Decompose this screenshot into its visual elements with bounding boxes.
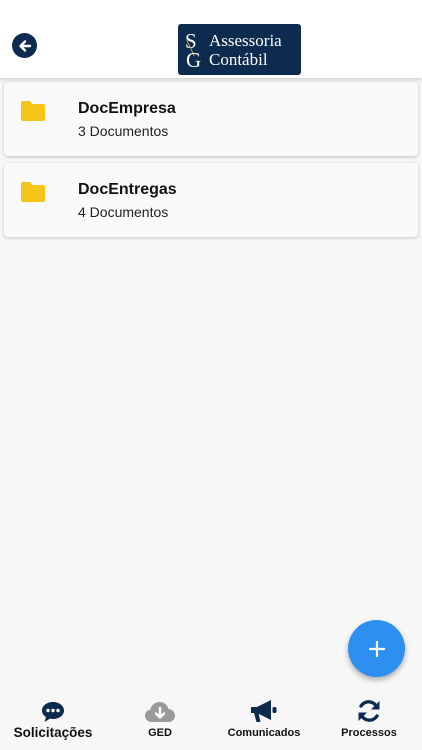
sync-icon <box>358 700 380 722</box>
folder-icon <box>21 182 45 202</box>
cloud-download-icon <box>145 702 175 722</box>
folder-doc-count: 4 Documentos <box>78 204 169 220</box>
logo-mark-g: G <box>186 47 202 72</box>
folder-icon <box>21 101 45 121</box>
folder-card-docentregas[interactable]: DocEntregas 4 Documentos <box>4 163 418 237</box>
chat-bubble-icon <box>42 702 64 722</box>
back-button[interactable] <box>12 33 37 58</box>
megaphone-icon <box>251 700 277 722</box>
folder-title: DocEntregas <box>78 181 177 198</box>
nav-item-solicitacoes[interactable]: Solicitações <box>8 690 98 750</box>
logo-line-1: Assessoria <box>209 30 282 50</box>
company-logo: S G Assessoria Contábil <box>178 24 301 75</box>
bottom-navigation: Solicitações GED Comunicados Processos <box>0 690 422 750</box>
add-button[interactable] <box>348 620 405 677</box>
logo-line-2: Contábil <box>209 49 268 69</box>
nav-item-processos[interactable]: Processos <box>334 690 404 750</box>
nav-item-comunicados[interactable]: Comunicados <box>220 690 308 750</box>
nav-label: GED <box>148 727 172 739</box>
logo-monogram: S G <box>183 29 205 72</box>
nav-label: Solicitações <box>13 725 93 740</box>
plus-icon <box>368 640 385 657</box>
folder-card-docempresa[interactable]: DocEmpresa 3 Documentos <box>4 82 418 156</box>
app-header: S G Assessoria Contábil <box>0 0 422 78</box>
logo-text: Assessoria Contábil <box>209 31 282 69</box>
nav-item-ged[interactable]: GED <box>134 690 186 750</box>
arrow-left-icon <box>18 39 31 52</box>
folder-title: DocEmpresa <box>78 100 176 117</box>
nav-label: Comunicados <box>227 727 301 739</box>
nav-label: Processos <box>341 727 397 739</box>
folder-doc-count: 3 Documentos <box>78 123 169 139</box>
